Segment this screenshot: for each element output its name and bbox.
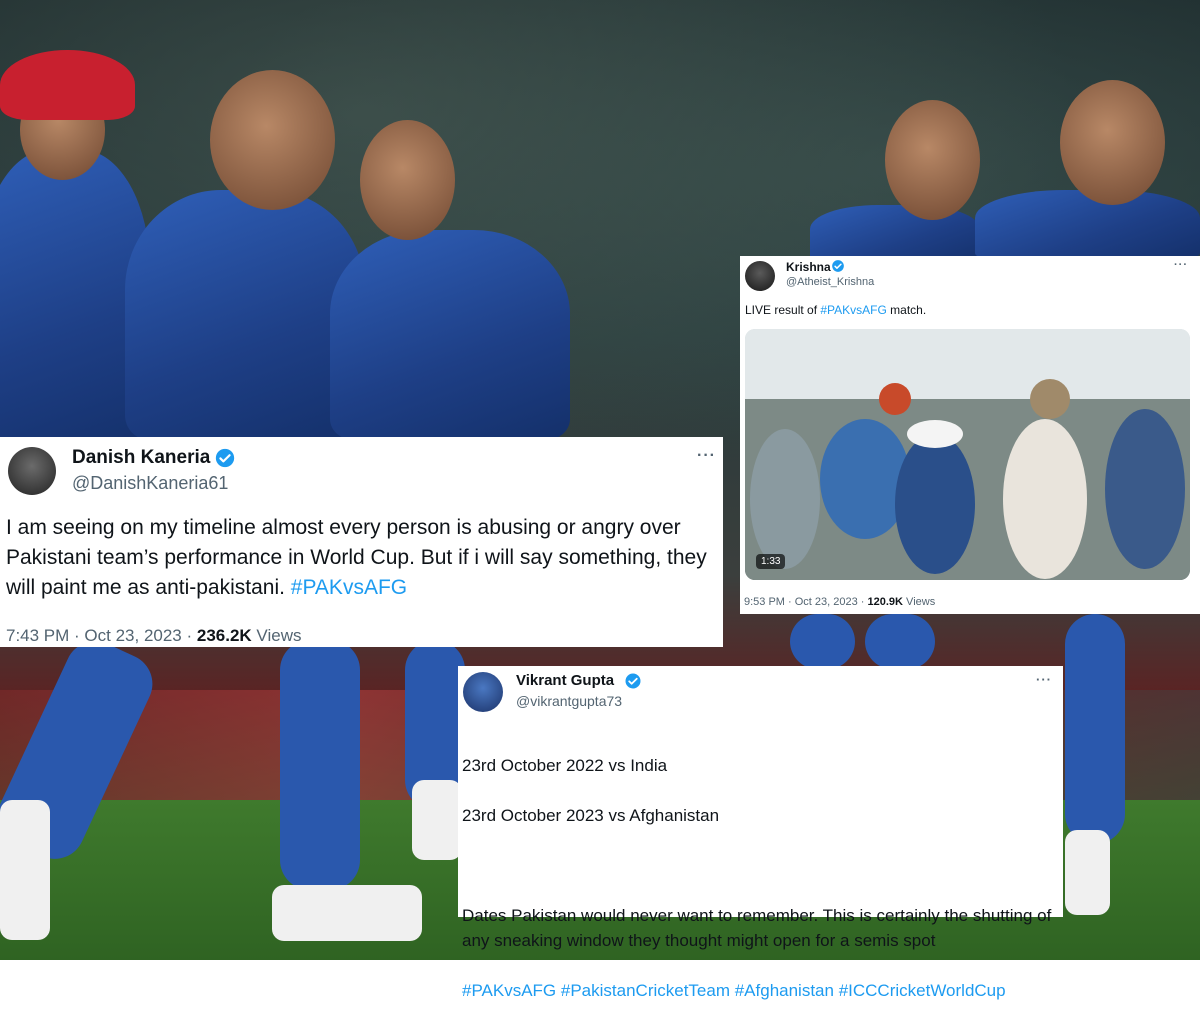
verified-badge-icon [832, 260, 844, 272]
author-name[interactable]: Krishna [786, 260, 831, 274]
hashtag-link[interactable]: #PAKvsAFG [291, 576, 407, 599]
views-label: Views [903, 596, 936, 608]
tweet-text: LIVE result of #PAKvsAFG match. [745, 303, 926, 317]
tweet-card-vikrant-gupta: Vikrant Gupta @vikrantgupta73 ··· 23rd O… [458, 666, 1063, 1000]
player-rashid [125, 190, 365, 440]
more-options-icon[interactable]: ··· [697, 447, 716, 465]
more-options-icon[interactable]: ··· [1174, 259, 1188, 271]
video-duration: 1:33 [756, 554, 786, 569]
author-handle[interactable]: @Atheist_Krishna [786, 276, 874, 288]
verified-badge-icon [625, 673, 641, 689]
shoe [1065, 830, 1110, 915]
player-leg [1065, 614, 1125, 844]
tweet-line: 23rd October 2023 vs Afghanistan [462, 806, 720, 825]
view-count: 120.9K [867, 596, 903, 608]
player-leg [790, 614, 855, 669]
author-name[interactable]: Vikrant Gupta [516, 672, 614, 689]
player-right-2-head [1060, 80, 1165, 205]
player-right-2 [975, 190, 1200, 260]
tweet-card-krishna: Krishna @Atheist_Krishna ··· LIVE result… [740, 256, 1200, 614]
verified-badge-icon [215, 448, 235, 468]
avatar[interactable] [8, 447, 56, 495]
shoe [272, 885, 422, 941]
shoe [0, 800, 50, 940]
tweet-text: I am seeing on my timeline almost every … [6, 513, 718, 603]
tweet-text: 23rd October 2022 vs India 23rd October … [462, 728, 1058, 1028]
timestamp[interactable]: 9:53 PM · Oct 23, 2023 · [744, 596, 868, 608]
video-thumbnail [745, 329, 1190, 580]
red-cap [0, 50, 135, 120]
avatar[interactable] [745, 261, 775, 291]
tweet-line: 23rd October 2022 vs India [462, 756, 668, 775]
tweet-text-before: LIVE result of [745, 303, 821, 317]
video-player[interactable]: 1:33 [745, 329, 1190, 580]
views-label: Views [251, 626, 302, 645]
author-name[interactable]: Danish Kaneria [72, 447, 210, 469]
hashtag-link[interactable]: #PAKvsAFG [820, 303, 886, 317]
avatar[interactable] [463, 672, 503, 712]
more-options-icon[interactable]: ··· [1036, 672, 1052, 687]
view-count: 236.2K [196, 626, 252, 645]
tweet-meta: 7:43 PM · Oct 23, 2023 · 236.2K Views [6, 626, 301, 646]
tweet-line: Dates Pakistan would never want to remem… [462, 906, 1052, 950]
player-left-3 [330, 230, 570, 440]
player-right-1-head [885, 100, 980, 220]
hashtag-links[interactable]: #PAKvsAFG #PakistanCricketTeam #Afghanis… [462, 978, 1058, 1003]
shoe [412, 780, 462, 860]
player-rashid-head [210, 70, 335, 210]
tweet-card-danish-kaneria: Danish Kaneria @DanishKaneria61 ··· I am… [0, 437, 723, 647]
tweet-text-after: match. [886, 303, 927, 317]
author-handle[interactable]: @DanishKaneria61 [72, 473, 228, 494]
author-handle[interactable]: @vikrantgupta73 [516, 693, 622, 709]
player-leg [280, 640, 360, 890]
tweet-meta: 9:53 PM · Oct 23, 2023 · 120.9K Views [744, 596, 935, 608]
timestamp[interactable]: 7:43 PM · Oct 23, 2023 · [6, 626, 197, 645]
player-leg [865, 614, 935, 669]
player-left-3-head [360, 120, 455, 240]
